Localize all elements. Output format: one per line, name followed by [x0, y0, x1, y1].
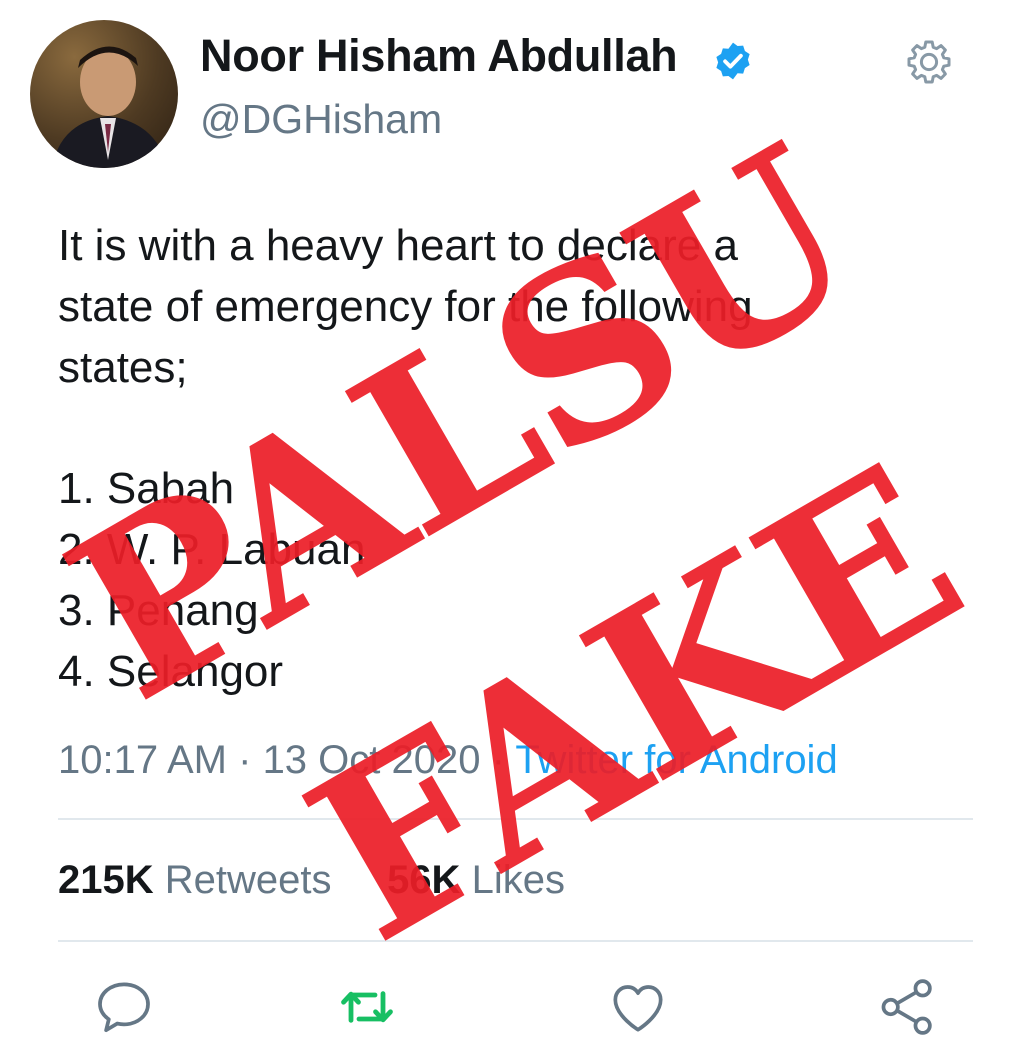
retweets-stat[interactable]: 215K Retweets [58, 858, 331, 902]
verified-badge-icon [716, 42, 750, 80]
divider [58, 940, 973, 942]
display-name[interactable]: Noor Hisham Abdullah [200, 30, 678, 82]
share-icon[interactable] [876, 975, 940, 1039]
meta-separator: · [227, 738, 263, 782]
user-handle[interactable]: @DGHisham [200, 96, 442, 143]
gear-icon[interactable] [905, 38, 953, 86]
retweets-label: Retweets [153, 858, 332, 902]
retweets-count: 215K [58, 858, 154, 902]
avatar-image [52, 46, 168, 168]
heart-icon[interactable] [606, 975, 670, 1039]
reply-icon[interactable] [92, 975, 156, 1039]
tweet-time: 10:17 AM [58, 738, 228, 782]
retweet-icon[interactable] [335, 975, 399, 1039]
tweet-card: Noor Hisham Abdullah @DGHisham It is wit… [0, 0, 1031, 1047]
avatar[interactable] [30, 20, 178, 168]
